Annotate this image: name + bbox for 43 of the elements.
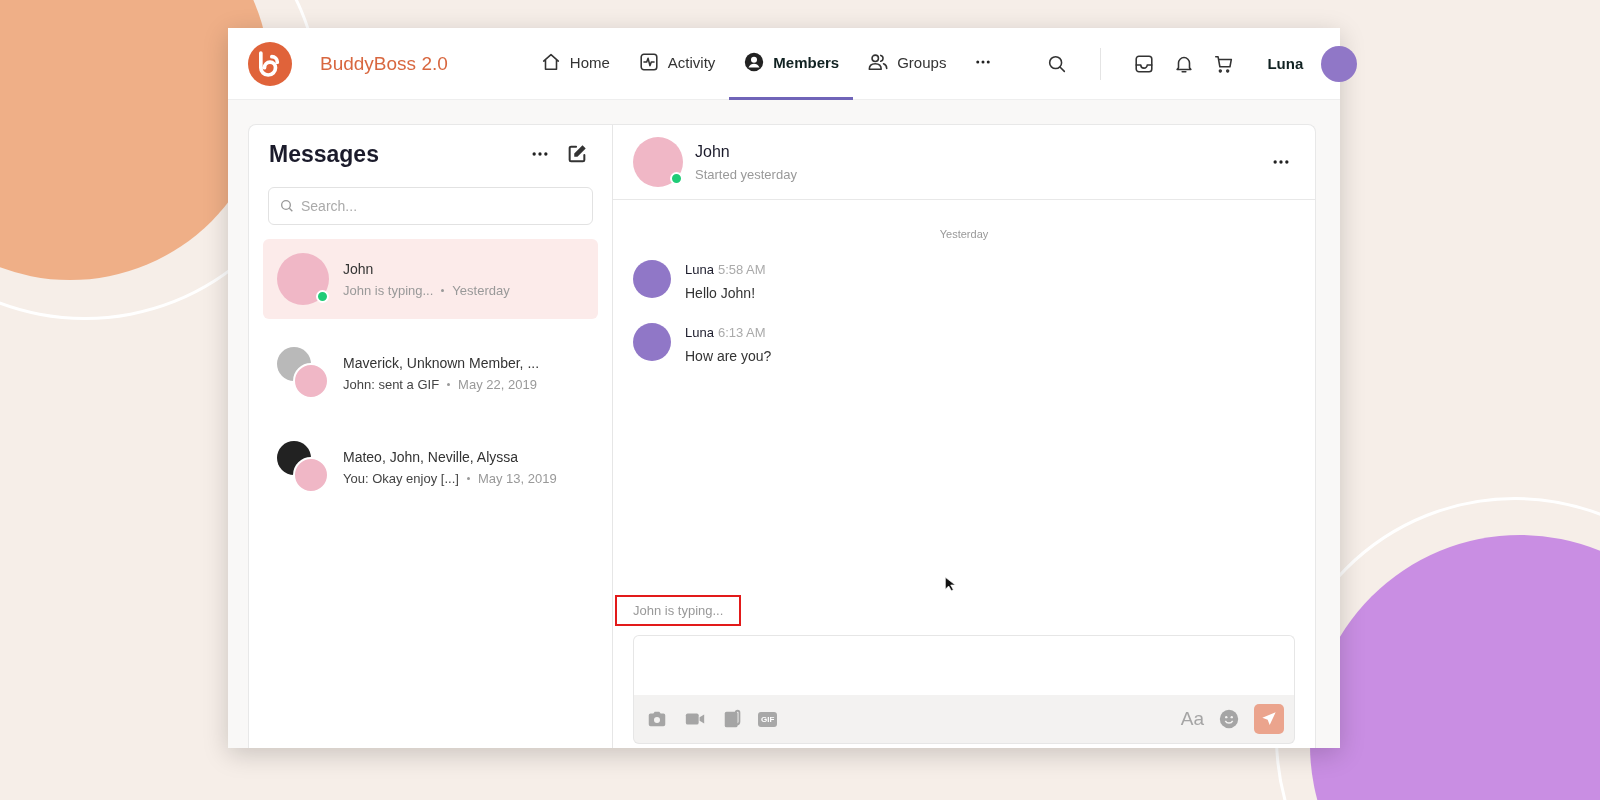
message-author: Luna xyxy=(685,325,714,340)
conversation-item[interactable]: Mateo, John, Neville, Alyssa You: Okay enjoy [...] May 13, 2019 xyxy=(263,427,598,507)
thread-name: John xyxy=(343,260,375,277)
nav-tab[interactable]: Home xyxy=(525,27,624,100)
pulse-icon xyxy=(637,51,660,73)
conversation-item[interactable]: Maverick, Unknown Member, ... John: sent a GIF May 22, 2019 xyxy=(263,333,598,413)
search-field[interactable]: Search... xyxy=(268,187,593,225)
avatar xyxy=(633,137,683,187)
message-text: Hello John! xyxy=(685,285,757,301)
message-author: Luna xyxy=(685,262,714,277)
brand-name: BuddyBoss 2.0 xyxy=(320,52,448,75)
people-icon xyxy=(867,51,890,73)
user-name[interactable]: Luna xyxy=(1267,55,1304,72)
message-time: 5:58 AM xyxy=(717,262,766,277)
thread-name: Mateo, John, Neville, Alyssa xyxy=(343,448,520,465)
conversation-item[interactable]: John John is typing... Yesterday xyxy=(263,239,598,319)
person-icon xyxy=(743,51,766,73)
user-avatar[interactable] xyxy=(1321,45,1358,82)
thread-name: Maverick, Unknown Member, ... xyxy=(343,354,540,371)
message-time: 6:13 AM xyxy=(717,325,766,340)
compose-icon[interactable] xyxy=(566,143,588,165)
typing-indicator: John is typing... xyxy=(615,595,742,626)
message-input[interactable] xyxy=(633,635,1295,695)
thread-preview: John is typing... xyxy=(343,282,434,298)
thread-date: May 13, 2019 xyxy=(477,470,557,486)
logo-icon xyxy=(248,41,292,86)
nav-tab[interactable]: Activity xyxy=(623,27,730,100)
avatar xyxy=(277,253,329,305)
nav-tab[interactable]: Groups xyxy=(853,27,961,100)
avatar xyxy=(633,323,671,361)
date-divider: Yesterday xyxy=(938,228,990,240)
thread-date: Yesterday xyxy=(452,282,510,298)
message-text: How are you? xyxy=(685,348,772,364)
avatar xyxy=(633,260,671,298)
thread-preview: John: sent a GIF xyxy=(343,376,440,392)
paper-plane-icon xyxy=(1261,711,1277,727)
nav-tab[interactable]: Members xyxy=(729,27,854,100)
inbox-icon[interactable] xyxy=(1133,52,1156,75)
thread-preview: You: Okay enjoy [...] xyxy=(343,470,459,486)
contact-name: John xyxy=(695,142,731,161)
conversation-subtitle: Started yesterday xyxy=(695,166,797,182)
thread-date: May 22, 2019 xyxy=(458,376,537,392)
panel-title: Messages xyxy=(269,140,379,168)
